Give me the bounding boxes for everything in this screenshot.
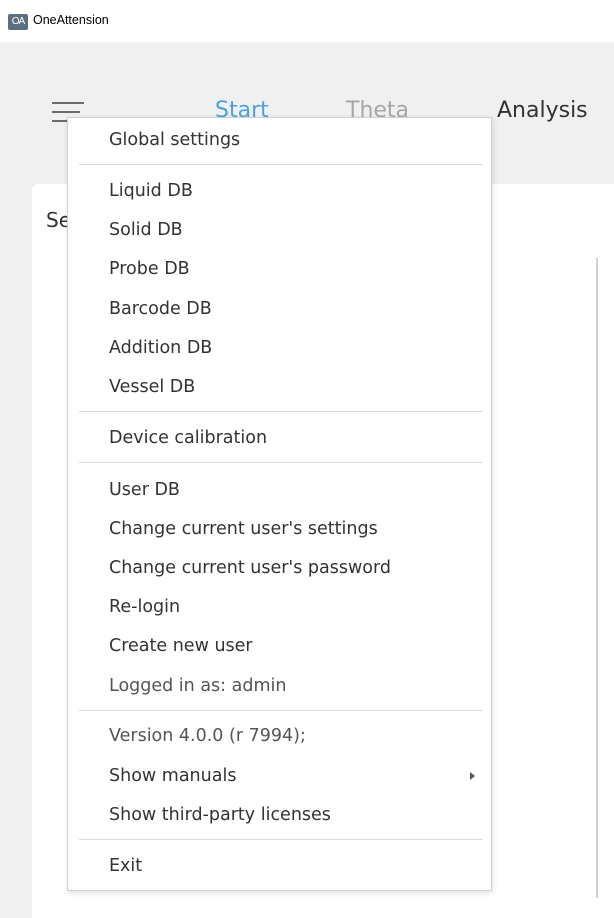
menu-item-version: Version 4.0.0 (r 7994); [109,726,306,746]
window-title: OneAttension [33,13,109,27]
menu-separator [79,411,483,412]
menu-item-device-calibration[interactable]: Device calibration [109,426,267,450]
menu-item-create-new-user[interactable]: Create new user [109,634,253,658]
menu-item-barcode-db[interactable]: Barcode DB [109,297,212,321]
title-bar: OA OneAttension [0,0,614,42]
menu-item-probe-db[interactable]: Probe DB [109,257,190,281]
menu-item-global-settings[interactable]: Global settings [109,128,240,152]
menu-separator [79,164,483,165]
menu-separator [79,462,483,463]
menu-item-relogin[interactable]: Re-login [109,595,180,619]
app-logo-icon: OA [8,14,28,30]
main-menu: Global settings Liquid DB Solid DB Probe… [67,117,492,891]
menu-item-change-user-settings[interactable]: Change current user's settings [109,517,378,541]
submenu-arrow-icon [470,772,475,780]
menu-item-exit[interactable]: Exit [109,854,142,878]
card-scrollbar[interactable] [596,258,598,898]
menu-item-logged-in-as: Logged in as: admin [109,676,287,696]
menu-item-user-db[interactable]: User DB [109,478,180,502]
menu-item-show-manuals[interactable]: Show manuals [109,764,236,788]
tab-analysis[interactable]: Analysis [497,98,588,123]
hamburger-line [52,102,84,104]
hamburger-line [52,111,80,113]
menu-separator [79,710,483,711]
menu-item-vessel-db[interactable]: Vessel DB [109,375,195,399]
menu-item-addition-db[interactable]: Addition DB [109,336,212,360]
menu-separator [79,839,483,840]
menu-item-change-user-password[interactable]: Change current user's password [109,556,391,580]
menu-item-show-licenses[interactable]: Show third-party licenses [109,803,331,827]
menu-item-solid-db[interactable]: Solid DB [109,218,183,242]
menu-item-liquid-db[interactable]: Liquid DB [109,179,193,203]
